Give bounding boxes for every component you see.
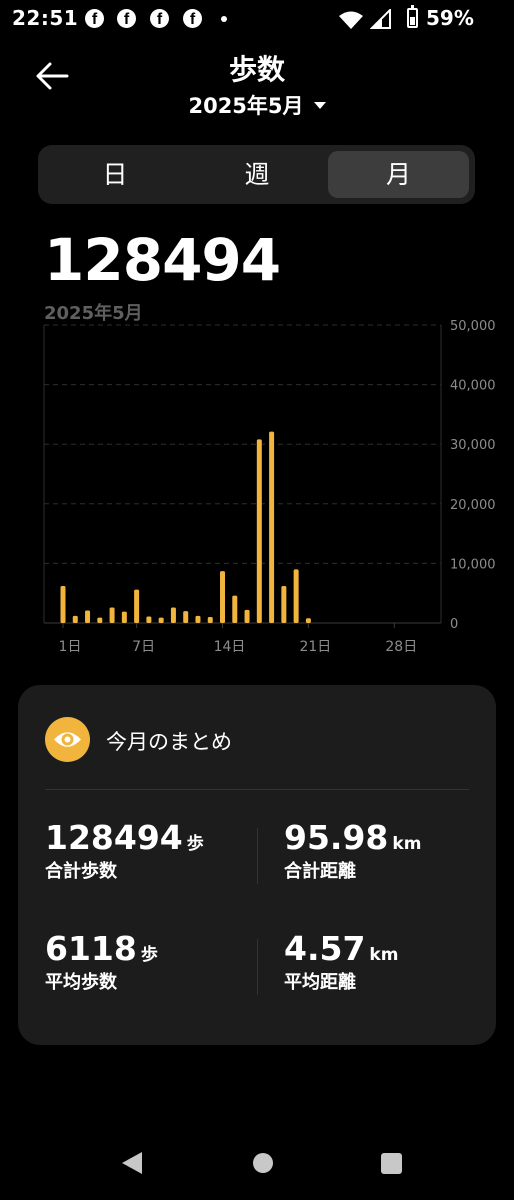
chart-bar — [146, 616, 152, 623]
more-notifications-dot-icon — [221, 16, 227, 22]
chart-grid — [43, 324, 442, 628]
chart-bar — [72, 615, 78, 623]
month-dropdown-label: 2025年5月 — [188, 94, 304, 118]
eye-icon — [45, 717, 90, 762]
nav-back-triangle-icon[interactable] — [122, 1152, 142, 1174]
y-tick-label: 30,000 — [450, 438, 496, 453]
stat-total-distance: 95.98 km 合計距離 — [284, 818, 421, 883]
period-tabs: 日 週 月 — [38, 145, 475, 204]
stat-unit: km — [369, 945, 399, 965]
x-tick-label: 14日 — [214, 639, 246, 655]
chart-bar — [121, 611, 127, 623]
vertical-divider — [257, 939, 258, 995]
total-steps: 128494 — [44, 226, 281, 294]
battery-icon — [407, 5, 418, 28]
facebook-icon: f — [117, 9, 136, 28]
stat-label: 平均歩数 — [45, 972, 117, 993]
y-tick-label: 10,000 — [450, 557, 496, 572]
status-time: 22:51 — [12, 6, 79, 30]
chart-bar — [305, 618, 311, 623]
summary-title: 今月のまとめ — [106, 730, 232, 754]
chart-bar — [195, 615, 201, 623]
chart-bar — [281, 586, 287, 623]
vertical-divider — [257, 828, 258, 884]
stat-unit: 歩 — [186, 834, 204, 854]
chart-bar — [244, 609, 250, 623]
chart-bar — [256, 439, 262, 623]
x-tick-label: 28日 — [385, 639, 417, 655]
chart-bar — [170, 607, 176, 623]
tab-day[interactable]: 日 — [44, 145, 186, 204]
chart-bar — [293, 569, 299, 623]
chart-bar — [85, 610, 91, 623]
y-tick-label: 50,000 — [450, 319, 496, 334]
nav-home-circle-icon[interactable] — [253, 1153, 273, 1173]
stat-value: 95.98 — [284, 818, 389, 857]
chart-bar — [134, 589, 140, 623]
chart-bars — [60, 431, 311, 623]
stat-unit: km — [392, 834, 422, 854]
chart-bar — [269, 431, 275, 623]
chart-bar — [183, 611, 189, 623]
chart-labels: 0 10,000 20,000 30,000 40,000 50,000 1日 7日 14日 21… — [59, 319, 496, 655]
x-tick-label: 21日 — [299, 639, 331, 655]
battery-percent: 59% — [426, 6, 474, 30]
stat-value: 128494 — [45, 818, 183, 857]
y-tick-label: 0 — [450, 617, 458, 632]
x-tick-label: 1日 — [59, 639, 82, 655]
chart-bar — [207, 617, 213, 623]
chart-bar — [220, 571, 226, 623]
facebook-icon: f — [85, 9, 104, 28]
wifi-icon — [339, 11, 363, 29]
nav-recents-square-icon[interactable] — [381, 1153, 402, 1174]
chart-bar — [109, 607, 115, 623]
stat-average-distance: 4.57 km 平均距離 — [284, 929, 398, 994]
y-tick-label: 40,000 — [450, 379, 496, 394]
stat-value: 4.57 — [284, 929, 366, 968]
stat-average-steps: 6118 歩 平均歩数 — [45, 929, 158, 994]
chevron-down-icon — [313, 102, 326, 109]
y-tick-label: 20,000 — [450, 498, 496, 513]
facebook-icon: f — [183, 9, 202, 28]
tab-month[interactable]: 月 — [328, 151, 469, 198]
stat-label: 合計距離 — [284, 861, 356, 882]
stat-label: 平均距離 — [284, 972, 356, 993]
signal-icon — [370, 9, 391, 29]
chart-bar — [60, 586, 66, 623]
tab-week[interactable]: 週 — [186, 145, 328, 204]
chart-bar — [232, 595, 238, 623]
steps-bar-chart: 0 10,000 20,000 30,000 40,000 50,000 1日 7日 14日 21… — [43, 319, 496, 655]
month-dropdown[interactable]: 2025年5月 — [0, 90, 514, 120]
facebook-icon: f — [150, 9, 169, 28]
stat-label: 合計歩数 — [45, 861, 117, 882]
stat-total-steps: 128494 歩 合計歩数 — [45, 818, 204, 883]
chart-bar — [97, 617, 103, 623]
monthly-summary-card: 今月のまとめ 128494 歩 合計歩数 95.98 km 合計距離 6118 歩 平… — [18, 685, 496, 1045]
x-tick-label: 7日 — [132, 639, 155, 655]
divider — [45, 789, 469, 790]
status-bar: 22:51 f f f f 59% — [0, 0, 514, 40]
stat-unit: 歩 — [140, 945, 158, 965]
chart-bar — [158, 617, 164, 623]
page-title: 歩数 — [228, 53, 285, 86]
stat-value: 6118 — [45, 929, 137, 968]
